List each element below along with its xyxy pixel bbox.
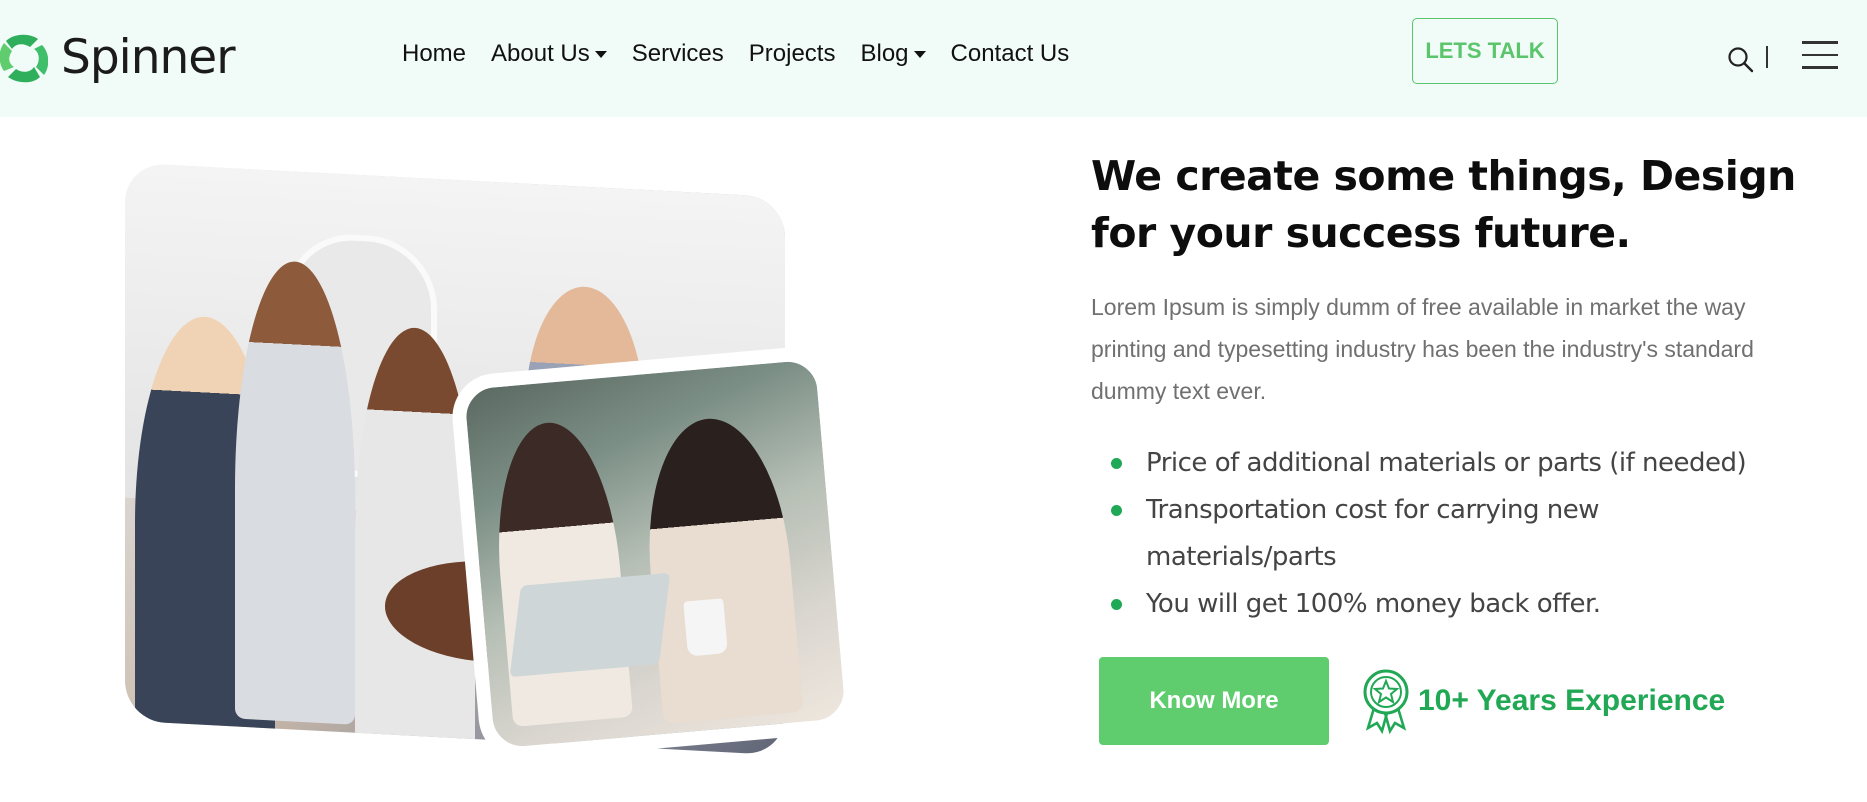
- bullet-dot-icon: [1111, 505, 1122, 516]
- team-image-collage: [95, 162, 862, 770]
- list-item: Price of additional materials or parts (…: [1091, 440, 1791, 487]
- nav-item-projects[interactable]: Projects: [749, 40, 836, 68]
- list-item: Transportation cost for carrying new mat…: [1091, 487, 1791, 581]
- nav-item-services[interactable]: Services: [632, 40, 724, 68]
- nav-item-about-us[interactable]: About Us: [491, 40, 607, 68]
- brand-logo[interactable]: Spinner: [0, 30, 236, 85]
- bullet-dot-icon: [1111, 458, 1122, 469]
- know-more-button[interactable]: Know More: [1099, 657, 1329, 745]
- section-heading: We create some things, Design for your s…: [1091, 152, 1796, 257]
- experience-text: 10+ Years Experience: [1418, 684, 1726, 717]
- caret-down-icon: [913, 50, 926, 58]
- section-description: Lorem Ipsum is simply dumm of free avail…: [1091, 294, 1754, 404]
- bullet-dot-icon: [1111, 599, 1122, 610]
- spinner-logo-icon: [0, 34, 48, 83]
- lets-talk-button[interactable]: LETS TALK: [1412, 18, 1558, 84]
- list-item-text: Price of additional materials or parts (…: [1146, 448, 1747, 478]
- nav-item-label: Projects: [748, 40, 836, 67]
- women-laptop-photo: [448, 344, 862, 764]
- site-header: Spinner Home About Us Services Projects …: [0, 0, 1867, 117]
- hamburger-menu-icon[interactable]: [1802, 41, 1838, 71]
- nav-item-label: Home: [402, 40, 467, 67]
- nav-item-blog[interactable]: Blog: [860, 40, 926, 68]
- nav-item-label: About Us: [491, 40, 590, 67]
- nav-item-label: Contact Us: [950, 40, 1070, 67]
- brand-name: Spinner: [61, 30, 236, 85]
- list-item: You will get 100% money back offer.: [1091, 581, 1791, 628]
- header-divider: [1766, 46, 1768, 68]
- main-nav: Home About Us Services Projects Blog Con…: [402, 40, 1094, 68]
- experience-badge: 10+ Years Experience: [1360, 668, 1725, 734]
- caret-down-icon: [594, 50, 607, 58]
- nav-item-label: Services: [631, 40, 724, 67]
- list-item-text: You will get 100% money back offer.: [1146, 589, 1601, 619]
- award-ribbon-icon: [1363, 669, 1409, 734]
- nav-item-label: Blog: [860, 40, 909, 67]
- search-icon[interactable]: [1727, 46, 1755, 74]
- nav-item-home[interactable]: Home: [402, 40, 466, 68]
- feature-list: Price of additional materials or parts (…: [1091, 440, 1791, 628]
- nav-item-contact-us[interactable]: Contact Us: [951, 40, 1070, 68]
- list-item-text: Transportation cost for carrying new mat…: [1146, 495, 1599, 572]
